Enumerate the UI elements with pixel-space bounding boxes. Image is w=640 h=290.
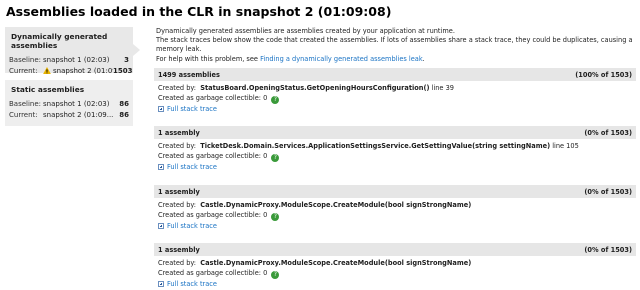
expand-icon[interactable] — [158, 164, 164, 170]
creator-method: Castle.DynamicProxy.ModuleScope.CreateMo… — [200, 259, 472, 267]
current-snapshot: snapshot 2 (01:09... — [43, 110, 113, 119]
gc-row: Created as garbage collectible: 0 ? — [158, 268, 632, 279]
group-count: 1 assembly — [158, 128, 200, 137]
full-stack-trace-link[interactable]: Full stack trace — [158, 162, 632, 172]
static-current-row: Current: snapshot 2 (01:09... 86 — [9, 109, 129, 120]
current-count: 86 — [119, 110, 129, 119]
line-info: line 105 — [550, 142, 579, 150]
intro-help-suffix: . — [422, 54, 425, 63]
assembly-group: 1499 assemblies (100% of 1503) Created b… — [154, 68, 636, 114]
dynamic-assemblies-panel[interactable]: Dynamically generated assemblies Baselin… — [5, 27, 133, 76]
current-label: Current: — [9, 66, 38, 75]
static-assemblies-panel[interactable]: Static assemblies Baseline: snapshot 1 (… — [5, 80, 133, 126]
group-percent: (0% of 1503) — [584, 128, 632, 137]
creator-method: Castle.DynamicProxy.ModuleScope.CreateMo… — [200, 201, 472, 209]
static-baseline-row: Baseline: snapshot 1 (02:03) 86 — [9, 98, 129, 109]
warning-icon — [43, 66, 51, 74]
created-by-row: Created by: Castle.DynamicProxy.ModuleSc… — [158, 200, 632, 210]
created-by-label: Created by: — [158, 201, 197, 209]
expand-icon[interactable] — [158, 281, 164, 287]
intro-line-2: The stack traces below show the code tha… — [156, 36, 633, 54]
current-count: 1503 — [113, 66, 133, 75]
line-info: line 39 — [429, 84, 454, 92]
gc-row: Created as garbage collectible: 0 ? — [158, 151, 632, 162]
assembly-group: 1 assembly (0% of 1503) Created by: Cast… — [154, 243, 636, 289]
creator-method: TicketDesk.Domain.Services.ApplicationSe… — [200, 142, 551, 150]
current-label: Current: — [9, 110, 38, 119]
current-snapshot: snapshot 2 (01:09... — [53, 66, 113, 75]
group-header: 1 assembly (0% of 1503) — [154, 126, 636, 139]
baseline-label: Baseline: — [9, 99, 42, 108]
baseline-label: Baseline: — [9, 55, 42, 64]
created-by-label: Created by: — [158, 259, 197, 267]
group-percent: (0% of 1503) — [584, 187, 632, 196]
help-link[interactable]: Finding a dynamically generated assembli… — [260, 55, 423, 63]
group-count: 1 assembly — [158, 245, 200, 254]
gc-label: Created as garbage collectible: 0 — [158, 152, 268, 160]
baseline-snapshot: snapshot 1 (02:03) — [43, 55, 110, 64]
expand-icon[interactable] — [158, 106, 164, 112]
gc-row: Created as garbage collectible: 0 ? — [158, 210, 632, 221]
created-by-row: Created by: Castle.DynamicProxy.ModuleSc… — [158, 258, 632, 268]
created-by-label: Created by: — [158, 142, 197, 150]
selection-pointer — [133, 44, 140, 56]
static-panel-heading: Static assemblies — [11, 85, 85, 94]
full-stack-trace-link[interactable]: Full stack trace — [158, 279, 632, 289]
intro-text: Dynamically generated assemblies are ass… — [156, 27, 636, 64]
created-by-label: Created by: — [158, 84, 197, 92]
full-stack-trace-link[interactable]: Full stack trace — [158, 104, 632, 114]
full-stack-trace-label[interactable]: Full stack trace — [167, 279, 217, 289]
baseline-snapshot: snapshot 1 (02:03) — [43, 99, 110, 108]
gc-label: Created as garbage collectible: 0 — [158, 211, 268, 219]
assembly-group: 1 assembly (0% of 1503) Created by: Cast… — [154, 185, 636, 231]
creator-method: StatusBoard.OpeningStatus.GetOpeningHour… — [200, 84, 430, 92]
full-stack-trace-label[interactable]: Full stack trace — [167, 104, 217, 114]
group-count: 1 assembly — [158, 187, 200, 196]
full-stack-trace-label[interactable]: Full stack trace — [167, 221, 217, 231]
group-percent: (100% of 1503) — [575, 70, 632, 79]
assembly-group: 1 assembly (0% of 1503) Created by: Tick… — [154, 126, 636, 172]
help-icon[interactable]: ? — [271, 213, 280, 221]
expand-icon[interactable] — [158, 223, 164, 229]
created-by-row: Created by: TicketDesk.Domain.Services.A… — [158, 141, 632, 151]
baseline-count: 86 — [119, 99, 129, 108]
group-count: 1499 assemblies — [158, 70, 220, 79]
group-header: 1 assembly (0% of 1503) — [154, 243, 636, 256]
page-title: Assemblies loaded in the CLR in snapshot… — [6, 4, 392, 19]
intro-help-prefix: For help with this problem, see — [156, 54, 261, 63]
group-header: 1499 assemblies (100% of 1503) — [154, 68, 636, 81]
gc-label: Created as garbage collectible: 0 — [158, 94, 268, 102]
full-stack-trace-label[interactable]: Full stack trace — [167, 162, 217, 172]
created-by-row: Created by: StatusBoard.OpeningStatus.Ge… — [158, 83, 632, 93]
help-icon[interactable]: ? — [271, 96, 280, 104]
full-stack-trace-link[interactable]: Full stack trace — [158, 221, 632, 231]
dynamic-panel-heading: Dynamically generated assemblies — [11, 32, 108, 50]
dynamic-current-row: Current: snapshot 2 (01:09... 1503 — [9, 65, 133, 76]
dynamic-baseline-row: Baseline: snapshot 1 (02:03) 3 — [9, 54, 129, 65]
group-percent: (0% of 1503) — [584, 245, 632, 254]
group-header: 1 assembly (0% of 1503) — [154, 185, 636, 198]
help-icon[interactable]: ? — [271, 271, 280, 279]
gc-label: Created as garbage collectible: 0 — [158, 269, 268, 277]
baseline-count: 3 — [124, 55, 129, 64]
gc-row: Created as garbage collectible: 0 ? — [158, 93, 632, 104]
intro-line-1: Dynamically generated assemblies are ass… — [156, 27, 455, 35]
current-snapshot-cell: snapshot 2 (01:09... — [43, 66, 113, 75]
intro-line-3: For help with this problem, see Finding … — [156, 55, 636, 64]
help-icon[interactable]: ? — [271, 154, 280, 162]
